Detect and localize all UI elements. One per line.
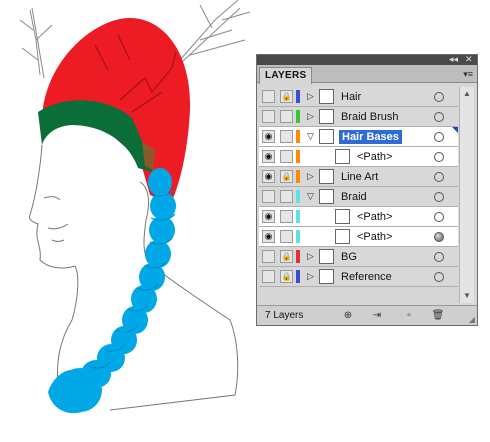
layer-color-swatch xyxy=(296,270,300,283)
layer-name[interactable]: Hair Bases xyxy=(339,130,402,144)
resize-grip-icon[interactable]: ◢ xyxy=(469,315,475,324)
layer-row[interactable]: ▷ Braid Brush xyxy=(259,107,458,127)
panel-tab-row: LAYERS ▾≡ xyxy=(257,65,477,84)
target-circle-icon[interactable] xyxy=(434,272,444,282)
close-panel-icon[interactable]: ✕ xyxy=(465,53,473,65)
layer-name[interactable]: Hair xyxy=(341,90,361,104)
layers-panel: ◂◂ ✕ LAYERS ▾≡ 🔒 ▷ Hair ▷ Braid Brush ◉ ▽ Hair … xyxy=(256,54,478,326)
expand-triangle-open-icon[interactable]: ▽ xyxy=(307,190,314,203)
layer-count: 7 Layers xyxy=(265,310,304,321)
lock-toggle-icon[interactable]: 🔒 xyxy=(280,270,293,283)
layers-scrollbar[interactable]: ▲ ▼ xyxy=(459,87,474,303)
target-circle-icon[interactable] xyxy=(434,152,444,162)
target-circle-icon[interactable] xyxy=(434,232,444,242)
layer-color-swatch xyxy=(296,250,300,263)
layer-color-swatch xyxy=(296,110,300,123)
panel-titlebar[interactable]: ◂◂ ✕ xyxy=(257,53,477,65)
layer-thumbnail xyxy=(319,169,334,184)
scroll-up-icon[interactable]: ▲ xyxy=(463,89,471,99)
figure-line-art xyxy=(29,144,239,411)
blue-braid-shape xyxy=(48,168,176,414)
layer-thumbnail xyxy=(335,149,350,164)
layer-thumbnail xyxy=(335,209,350,224)
layer-name[interactable]: Line Art xyxy=(341,170,378,184)
lock-toggle-icon[interactable] xyxy=(280,210,293,223)
lock-toggle-icon[interactable] xyxy=(280,150,293,163)
delete-layer-icon[interactable]: 🗑 xyxy=(431,309,445,322)
layer-color-swatch xyxy=(296,230,300,243)
layer-name[interactable]: Reference xyxy=(341,270,392,284)
target-circle-icon[interactable] xyxy=(434,112,444,122)
layer-color-swatch xyxy=(296,90,300,103)
layer-name[interactable]: BG xyxy=(341,250,357,264)
lock-toggle-icon[interactable]: 🔒 xyxy=(280,250,293,263)
visibility-toggle-eye-icon[interactable] xyxy=(262,250,275,263)
lock-toggle-icon[interactable] xyxy=(280,130,293,143)
scroll-down-icon[interactable]: ▼ xyxy=(463,291,471,301)
expand-triangle-closed-icon[interactable]: ▷ xyxy=(307,170,314,183)
visibility-toggle-eye-icon[interactable] xyxy=(262,90,275,103)
layer-color-swatch xyxy=(296,190,300,203)
visibility-toggle-eye-icon[interactable]: ◉ xyxy=(262,230,275,243)
new-layer-icon[interactable]: ▫ xyxy=(402,309,416,322)
layer-name[interactable]: <Path> xyxy=(357,150,392,164)
collapse-panel-icon[interactable]: ◂◂ xyxy=(449,53,458,65)
layer-row[interactable]: ◉ 🔒 ▷ Line Art xyxy=(259,167,458,187)
visibility-toggle-eye-icon[interactable] xyxy=(262,190,275,203)
visibility-toggle-eye-icon[interactable] xyxy=(262,110,275,123)
target-circle-icon[interactable] xyxy=(434,192,444,202)
new-sublayer-icon[interactable]: ⇥ xyxy=(370,309,384,322)
visibility-toggle-eye-icon[interactable]: ◉ xyxy=(262,210,275,223)
layer-color-swatch xyxy=(296,210,300,223)
expand-triangle-closed-icon[interactable]: ▷ xyxy=(307,250,314,263)
clipping-mask-icon[interactable]: ⊕ xyxy=(341,309,355,322)
lock-toggle-icon[interactable] xyxy=(280,190,293,203)
expand-triangle-open-icon[interactable]: ▽ xyxy=(307,130,314,143)
layer-row[interactable]: 🔒 ▷ Reference xyxy=(259,267,458,287)
visibility-toggle-eye-icon[interactable]: ◉ xyxy=(262,150,275,163)
visibility-toggle-eye-icon[interactable]: ◉ xyxy=(262,130,275,143)
layer-name[interactable]: <Path> xyxy=(357,210,392,224)
target-circle-icon[interactable] xyxy=(434,132,444,142)
layer-row[interactable]: ◉ ▽ Hair Bases xyxy=(259,127,458,147)
layer-color-swatch xyxy=(296,150,300,163)
target-circle-icon[interactable] xyxy=(434,92,444,102)
panel-footer: 7 Layers ⊕ ⇥ ▫ 🗑 ◢ xyxy=(257,305,477,325)
layer-row[interactable]: ▽ Braid xyxy=(259,187,458,207)
layer-color-swatch xyxy=(296,170,300,183)
lock-toggle-icon[interactable] xyxy=(280,230,293,243)
layer-thumbnail xyxy=(319,269,334,284)
layer-thumbnail xyxy=(319,249,334,264)
lock-toggle-icon[interactable] xyxy=(280,110,293,123)
panel-menu-icon[interactable]: ▾≡ xyxy=(463,68,473,80)
selection-indicator xyxy=(452,127,458,133)
lock-toggle-icon[interactable]: 🔒 xyxy=(280,170,293,183)
expand-triangle-closed-icon[interactable]: ▷ xyxy=(307,110,314,123)
layer-color-swatch xyxy=(296,130,300,143)
expand-triangle-closed-icon[interactable]: ▷ xyxy=(307,90,314,103)
layer-row[interactable]: 🔒 ▷ BG xyxy=(259,247,458,267)
layer-thumbnail xyxy=(319,109,334,124)
target-circle-icon[interactable] xyxy=(434,172,444,182)
sublayer-row[interactable]: ◉ <Path> xyxy=(259,207,458,227)
tab-layers[interactable]: LAYERS xyxy=(259,67,313,84)
layer-row[interactable]: 🔒 ▷ Hair xyxy=(259,87,458,107)
expand-triangle-closed-icon[interactable]: ▷ xyxy=(307,270,314,283)
visibility-toggle-eye-icon[interactable] xyxy=(262,270,275,283)
layer-name[interactable]: Braid Brush xyxy=(341,110,398,124)
target-circle-icon[interactable] xyxy=(434,212,444,222)
layer-thumbnail xyxy=(335,229,350,244)
sublayer-row[interactable]: ◉ <Path> xyxy=(259,147,458,167)
visibility-toggle-eye-icon[interactable]: ◉ xyxy=(262,170,275,183)
layer-thumbnail xyxy=(319,129,334,144)
lock-toggle-icon[interactable]: 🔒 xyxy=(280,90,293,103)
layer-name[interactable]: Braid xyxy=(341,190,367,204)
target-circle-icon[interactable] xyxy=(434,252,444,262)
layer-name[interactable]: <Path> xyxy=(357,230,392,244)
layer-thumbnail xyxy=(319,189,334,204)
sublayer-row[interactable]: ◉ <Path> xyxy=(259,227,458,247)
layer-thumbnail xyxy=(319,89,334,104)
layers-list: 🔒 ▷ Hair ▷ Braid Brush ◉ ▽ Hair Bases ◉ <Path> ◉ 🔒 ▷… xyxy=(259,87,458,287)
